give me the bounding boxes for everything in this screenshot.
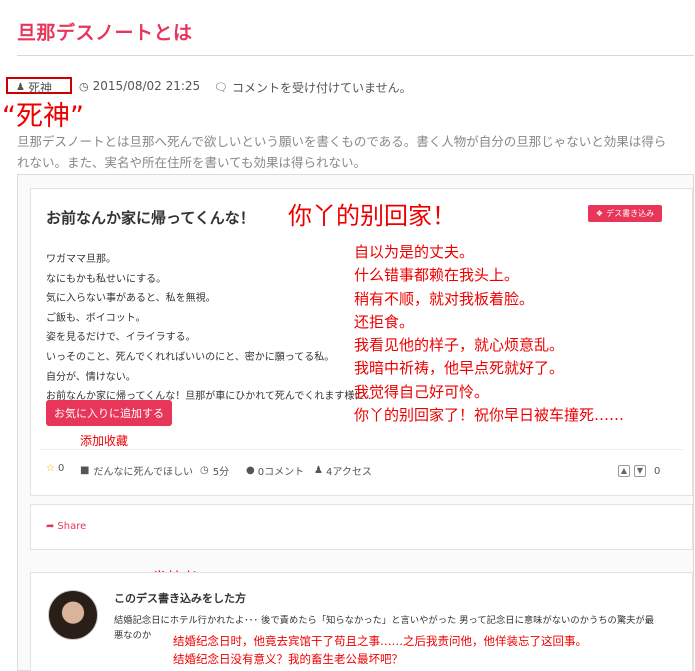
share-link[interactable]: ➦ Share <box>46 521 86 532</box>
stat-stars[interactable]: ☆ 0 <box>46 463 64 474</box>
stats-divider <box>40 449 684 450</box>
thumbs-up-icon[interactable]: ▲ <box>618 465 630 477</box>
comment-status: 🗨 コメントを受け付けていません。 <box>214 81 412 95</box>
thumbs-down-icon[interactable]: ▼ <box>634 465 646 477</box>
annotation-author: “死神” <box>2 101 84 132</box>
share-icon: ➦ <box>46 521 55 532</box>
title-divider <box>17 55 694 56</box>
user-icon: ♟ <box>16 82 25 93</box>
annotation-headline: 你丫的别回家！ <box>288 202 456 230</box>
clock-icon: ◷ <box>200 465 209 476</box>
star-icon: ☆ <box>46 463 55 474</box>
death-write-button[interactable]: ❖ デス書き込み <box>588 205 662 222</box>
folder-icon: ■ <box>80 465 90 476</box>
avatar[interactable] <box>48 590 98 640</box>
death-icon: ❖ <box>595 209 604 218</box>
annotation-favorite: 添加收藏 <box>80 434 129 448</box>
page-title: 旦那デスノートとは <box>17 22 193 44</box>
poster-heading: このデス書き込みをした方 <box>114 592 246 605</box>
vote-count: 0 <box>654 465 661 477</box>
post-intro: 旦那デスノートとは旦那へ死んで欲しいという願いを書くものである。書く人物が自分の… <box>17 134 667 170</box>
stat-access: ♟ 4アクセス <box>314 465 372 478</box>
stat-category[interactable]: ■ だんなに死んでほしい <box>80 463 193 478</box>
vote-controls: ▲ ▼ 0 <box>618 465 660 477</box>
comment-icon: 🗨 <box>214 81 228 94</box>
annotation-poster-translation: 结婚纪念日时，他竟去宾馆干了苟且之事……之后我责问他，他佯装忘了这回事。 结婚纪… <box>173 634 587 666</box>
post-date: ◷ 2015/08/02 21:25 <box>79 79 201 93</box>
entry-title: お前なんか家に帰ってくんな！ <box>46 209 255 227</box>
share-card <box>30 504 693 550</box>
add-favorite-button[interactable]: お気に入りに追加する <box>46 400 172 426</box>
stat-time: ◷ 5分 <box>200 465 230 478</box>
clock-icon: ◷ <box>79 79 89 93</box>
annotation-translation: 自以为是的丈夫。 什么错事都赖在我头上。 稍有不顺，就对我板着脸。 还拒食。 我… <box>354 243 625 425</box>
user-icon: ♟ <box>314 465 323 476</box>
comment-icon: ● <box>246 465 255 476</box>
stat-comments: ● 0コメント <box>246 465 305 478</box>
entry-body: ワガママ旦那。 なにもかも私せいにする。 気に入らない事があると、私を無視。 ご… <box>46 254 375 403</box>
